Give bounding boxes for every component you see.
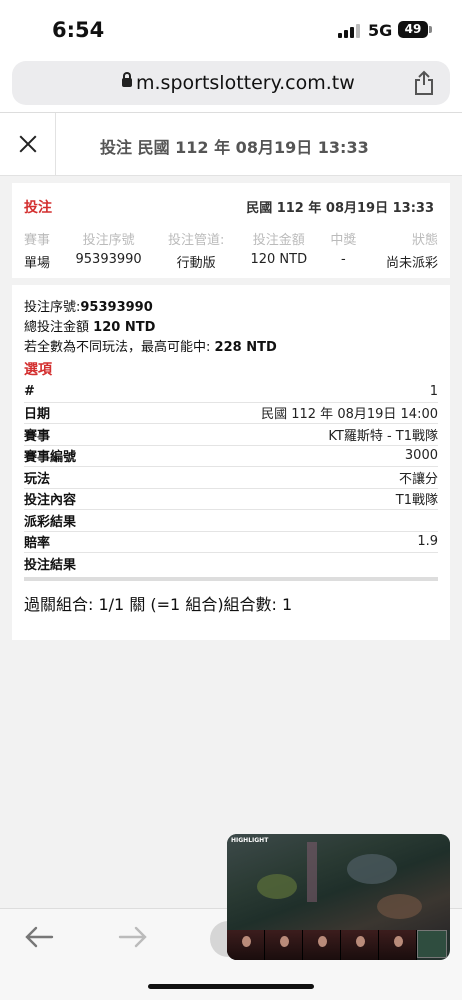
player-cam: [379, 930, 417, 960]
page-header: 投注 民國 112 年 08月19日 13:33: [0, 112, 462, 176]
battery-tip: [429, 26, 432, 33]
val-amount: 120 NTD: [250, 252, 308, 267]
video-beam: [307, 842, 317, 902]
detail-row-odds: 賠率 1.9: [24, 532, 438, 553]
summary-date: 民國 112 年 08月19日 13:33: [246, 201, 434, 216]
player-cam: [227, 930, 265, 960]
max-win-value: 228 NTD: [214, 340, 277, 355]
row-key: 投注結果: [24, 558, 77, 574]
detail-row-event-id: 賽事編號 3000: [24, 446, 438, 467]
table-divider: [24, 576, 438, 581]
pip-video[interactable]: HIGHLIGHT: [227, 834, 450, 960]
serial-label: 投注序號:: [24, 300, 81, 315]
detail-row-play: 玩法 不讓分: [24, 467, 438, 489]
col-win: 中獎: [330, 233, 357, 248]
total-value: 120 NTD: [93, 320, 156, 335]
row-key: 賠率: [24, 536, 51, 552]
back-arrow-icon[interactable]: [22, 923, 56, 951]
close-icon[interactable]: [0, 113, 56, 175]
val-channel: 行動版: [176, 256, 216, 271]
serial-line: 投注序號:95393990: [24, 296, 153, 315]
player-cam: [265, 930, 303, 960]
combo-summary: 過關組合: 1/1 關 (=1 組合)組合數: 1: [24, 595, 293, 614]
summary-value-row: 單場 95393990 行動版 120 NTD - 尚未派彩: [24, 248, 438, 271]
total-label: 總投注金額: [24, 320, 90, 335]
browser-bar: m.sportslottery.com.tw: [0, 58, 462, 112]
summary-label: 投注: [24, 200, 52, 216]
row-key: 投注內容: [24, 493, 77, 509]
detail-row-event: 賽事 KT羅斯特 - T1戰隊: [24, 424, 438, 446]
total-line: 總投注金額 120 NTD: [24, 316, 155, 335]
col-status: 狀態: [411, 233, 438, 248]
bet-detail-card: 投注序號:95393990 總投注金額 120 NTD 若全數為不同玩法，最高可…: [12, 285, 450, 640]
row-key: #: [24, 383, 35, 399]
row-value: 3000: [404, 448, 438, 464]
battery-icon: 49: [398, 21, 428, 38]
col-event: 賽事: [24, 233, 51, 248]
row-key: 日期: [24, 407, 51, 423]
row-value: 民國 112 年 08月19日 14:00: [261, 407, 438, 423]
player-cam: [341, 930, 379, 960]
detail-row-number: #1: [24, 381, 438, 403]
video-shape: [257, 874, 297, 899]
minimap: [417, 930, 447, 958]
options-label: 選項: [24, 362, 52, 378]
row-key: 派彩結果: [24, 514, 77, 530]
detail-table: #1 日期 民國 112 年 08月19日 14:00 賽事 KT羅斯特 - T1戰…: [24, 381, 438, 581]
share-icon[interactable]: [412, 70, 436, 96]
status-bar: 6:54 5G 49: [0, 0, 462, 58]
row-value: T1戰隊: [395, 493, 438, 509]
player-cam: [303, 930, 341, 960]
page-title: 投注 民國 112 年 08月19日 13:33: [100, 138, 369, 157]
detail-row-payout: 派彩結果: [24, 510, 438, 532]
val-serial: 95393990: [75, 252, 142, 267]
summary-table: 賽事 投注序號 投注管道: 投注金額 中獎 狀態 單場 95393990 行動版…: [24, 229, 438, 271]
detail-row-result: 投注結果: [24, 553, 438, 575]
max-win-label: 若全數為不同玩法，最高可能中:: [24, 340, 211, 355]
status-time: 6:54: [52, 18, 105, 42]
val-event: 單場: [24, 256, 51, 271]
url-text[interactable]: m.sportslottery.com.tw: [136, 72, 355, 94]
player-cams: [227, 930, 417, 960]
row-value: KT羅斯特 - T1戰隊: [328, 428, 438, 444]
val-win: -: [341, 252, 346, 267]
row-value: 不讓分: [398, 471, 438, 487]
summary-header-row: 賽事 投注序號 投注管道: 投注金額 中獎 狀態: [24, 229, 438, 248]
bet-summary-card: 投注 民國 112 年 08月19日 13:33 賽事 投注序號 投注管道: 投…: [12, 183, 450, 278]
home-indicator[interactable]: [148, 984, 314, 989]
row-value: 1.9: [417, 534, 438, 550]
serial-value: 95393990: [80, 300, 153, 315]
row-key: 玩法: [24, 471, 51, 487]
detail-row-date: 日期 民國 112 年 08月19日 14:00: [24, 403, 438, 424]
row-value: 1: [429, 383, 438, 399]
val-status: 尚未派彩: [385, 256, 438, 271]
address-bar[interactable]: m.sportslottery.com.tw: [12, 61, 450, 105]
row-key: 賽事: [24, 428, 51, 444]
col-amount: 投注金額: [252, 233, 305, 248]
lock-icon: [122, 72, 132, 87]
signal-icon: [338, 24, 360, 38]
video-shape: [347, 854, 397, 884]
col-serial: 投注序號: [82, 233, 135, 248]
max-win-line: 若全數為不同玩法，最高可能中: 228 NTD: [24, 336, 277, 355]
col-channel: 投注管道:: [167, 233, 225, 248]
network-label: 5G: [368, 21, 393, 40]
highlight-badge: HIGHLIGHT: [231, 837, 269, 844]
video-shape: [377, 894, 422, 919]
row-key: 賽事編號: [24, 450, 77, 466]
detail-row-selection: 投注內容 T1戰隊: [24, 489, 438, 510]
forward-arrow-icon[interactable]: [116, 923, 150, 951]
